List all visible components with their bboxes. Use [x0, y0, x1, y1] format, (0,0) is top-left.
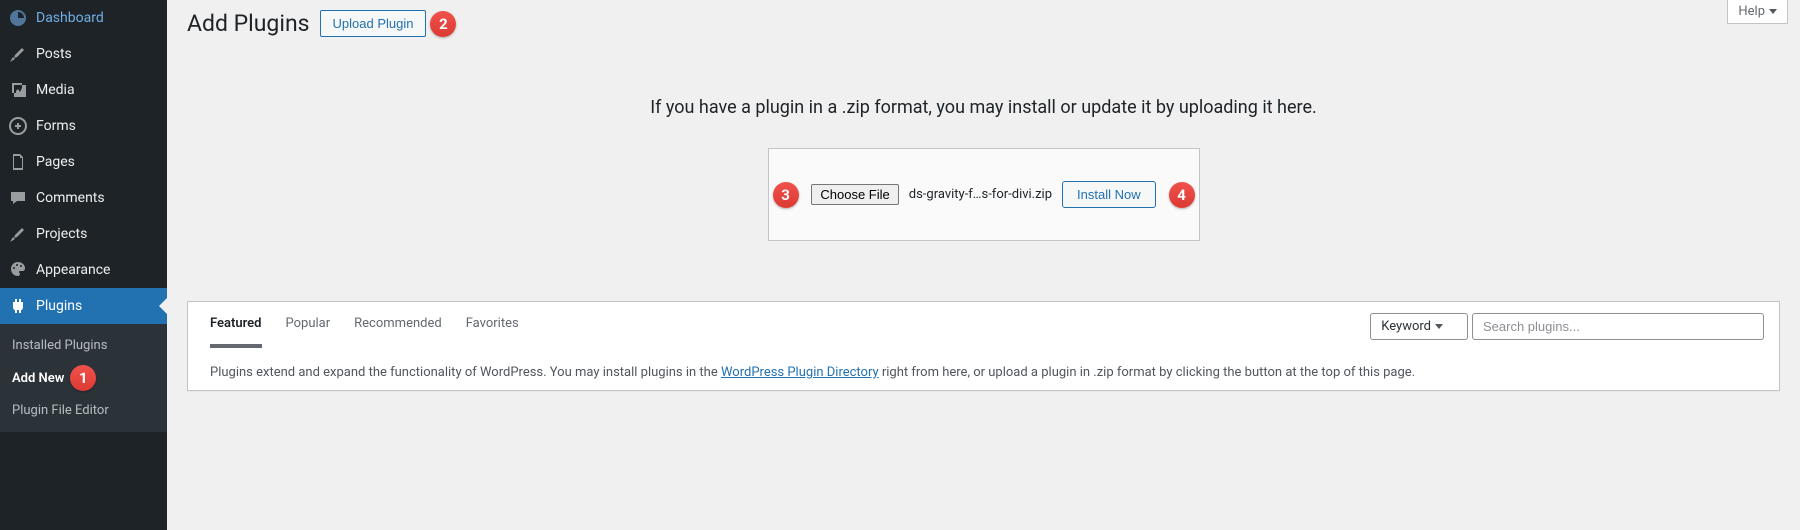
sidebar-item-label: Pages	[36, 154, 75, 170]
sidebar-item-label: Appearance	[36, 262, 110, 278]
plugins-submenu: Installed Plugins Add New 1 Plugin File …	[0, 324, 167, 432]
plugin-icon	[8, 296, 28, 316]
step-badge-1: 1	[70, 365, 96, 391]
tab-popular[interactable]: Popular	[286, 316, 331, 348]
description-text-before: Plugins extend and expand the functional…	[210, 365, 721, 380]
selected-filename: ds-gravity-f…s-for-divi.zip	[909, 187, 1052, 202]
step-badge-4: 4	[1169, 182, 1195, 208]
forms-icon	[8, 116, 28, 136]
filter-top-row: Featured Popular Recommended Favorites K…	[188, 302, 1779, 351]
media-icon	[8, 80, 28, 100]
heading-row: Add Plugins Upload Plugin 2	[187, 10, 1780, 37]
sidebar-item-label: Forms	[36, 118, 76, 134]
search-type-select[interactable]: Keyword	[1370, 313, 1468, 340]
sidebar-item-forms[interactable]: Forms	[0, 108, 167, 144]
pin-icon	[8, 44, 28, 64]
tab-featured[interactable]: Featured	[210, 316, 262, 348]
submenu-item-label: Add New	[12, 371, 64, 386]
step-badge-3: 3	[773, 182, 799, 208]
install-now-button[interactable]: Install Now	[1062, 181, 1156, 208]
pages-icon	[8, 152, 28, 172]
sidebar-item-label: Posts	[36, 46, 72, 62]
sidebar-item-pages[interactable]: Pages	[0, 144, 167, 180]
sidebar-item-dashboard[interactable]: Dashboard	[0, 0, 167, 36]
submenu-installed-plugins[interactable]: Installed Plugins	[0, 332, 167, 359]
sidebar-item-label: Dashboard	[36, 10, 104, 26]
chevron-down-icon	[1435, 324, 1443, 329]
sidebar-item-label: Plugins	[36, 298, 82, 314]
admin-sidebar: Dashboard Posts Media Forms Pages	[0, 0, 167, 530]
filter-tabs: Featured Popular Recommended Favorites	[210, 316, 519, 348]
search-row: Keyword	[1370, 313, 1764, 340]
upload-instructions: If you have a plugin in a .zip format, y…	[187, 97, 1780, 118]
sidebar-item-posts[interactable]: Posts	[0, 36, 167, 72]
help-button[interactable]: Help	[1727, 0, 1788, 24]
tab-recommended[interactable]: Recommended	[354, 316, 442, 348]
dashboard-icon	[8, 8, 28, 28]
sidebar-item-projects[interactable]: Projects	[0, 216, 167, 252]
tab-favorites[interactable]: Favorites	[466, 316, 519, 348]
submenu-plugin-file-editor[interactable]: Plugin File Editor	[0, 397, 167, 424]
step-badge-2: 2	[430, 11, 456, 37]
chevron-down-icon	[1769, 9, 1777, 14]
plugin-directory-link[interactable]: WordPress Plugin Directory	[721, 365, 879, 380]
sidebar-item-label: Comments	[36, 190, 105, 206]
page-title: Add Plugins	[187, 10, 310, 37]
sidebar-item-media[interactable]: Media	[0, 72, 167, 108]
plugin-search-input[interactable]	[1472, 313, 1764, 340]
submenu-item-label: Plugin File Editor	[12, 403, 109, 418]
plugin-description: Plugins extend and expand the functional…	[188, 351, 1779, 390]
upload-plugin-button[interactable]: Upload Plugin	[320, 10, 427, 37]
pin-icon	[8, 224, 28, 244]
comments-icon	[8, 188, 28, 208]
upload-form: 3 Choose File ds-gravity-f…s-for-divi.zi…	[768, 148, 1200, 241]
sidebar-item-label: Media	[36, 82, 75, 98]
help-label: Help	[1738, 4, 1765, 19]
appearance-icon	[8, 260, 28, 280]
sidebar-item-label: Projects	[36, 226, 87, 242]
submenu-item-label: Installed Plugins	[12, 338, 107, 353]
sidebar-item-plugins[interactable]: Plugins	[0, 288, 167, 324]
plugin-filter-panel: Featured Popular Recommended Favorites K…	[187, 301, 1780, 391]
choose-file-button[interactable]: Choose File	[811, 184, 898, 205]
sidebar-item-comments[interactable]: Comments	[0, 180, 167, 216]
submenu-add-new[interactable]: Add New 1	[0, 359, 167, 397]
select-label: Keyword	[1381, 319, 1431, 334]
description-text-after: right from here, or upload a plugin in .…	[879, 365, 1416, 380]
main-content: Help Add Plugins Upload Plugin 2 If you …	[167, 0, 1800, 530]
sidebar-item-appearance[interactable]: Appearance	[0, 252, 167, 288]
